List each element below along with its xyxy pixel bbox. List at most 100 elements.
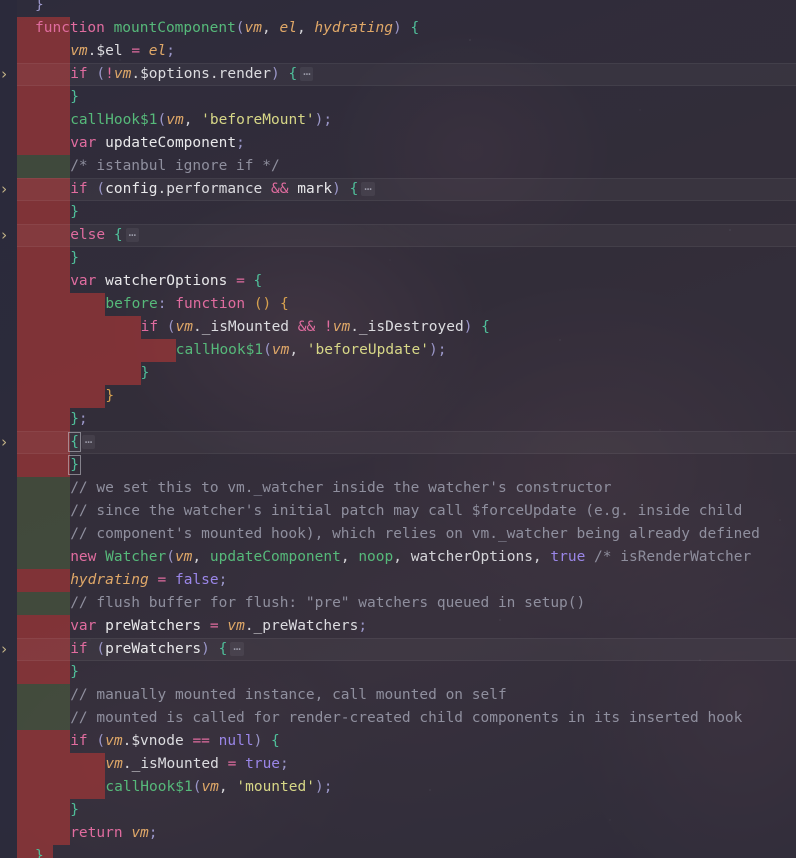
code-token: // manually mounted instance, call mount… — [70, 687, 507, 703]
code-token: // mounted is called for render-created … — [70, 710, 743, 726]
code-token: vm — [271, 342, 290, 358]
code-text-layer[interactable]: } function mountComponent(vm, el, hydrati… — [0, 0, 796, 858]
code-line[interactable]: callHook$1(vm, 'beforeMount'); — [70, 109, 332, 132]
code-token: mountComponent — [113, 20, 236, 36]
code-token: } — [68, 455, 81, 475]
code-line[interactable]: if (vm.$vnode == null) { — [70, 730, 280, 753]
code-token: } — [70, 664, 79, 680]
code-token: callHook$1 — [175, 342, 264, 358]
code-token: . — [350, 319, 359, 335]
code-line[interactable]: // mounted is called for render-created … — [70, 707, 742, 730]
code-token: } — [70, 802, 79, 818]
code-line[interactable]: // we set this to vm._watcher inside the… — [70, 477, 611, 500]
code-token: : — [157, 296, 167, 312]
code-token: false — [174, 572, 219, 588]
code-token: true — [550, 549, 586, 565]
code-line[interactable]: callHook$1(vm, 'mounted'); — [105, 776, 332, 799]
code-token: ) — [314, 779, 324, 795]
code-line[interactable]: } — [35, 845, 44, 858]
code-token: /* istanbul ignore if */ — [70, 158, 280, 174]
code-line[interactable]: before: function () { — [105, 293, 288, 316]
code-line[interactable]: // flush buffer for flush: "pre" watcher… — [70, 592, 585, 615]
code-line[interactable]: if (vm._isMounted && !vm._isDestroyed) { — [141, 316, 490, 339]
code-line[interactable]: } — [70, 799, 79, 822]
folded-code-ellipsis-icon[interactable]: ⋯ — [125, 228, 139, 242]
code-line[interactable]: } — [105, 385, 114, 408]
code-token: ; — [323, 112, 333, 128]
code-token: { — [349, 181, 359, 197]
code-token: { — [218, 641, 228, 657]
code-token: callHook$1 — [105, 779, 193, 795]
code-line[interactable]: /* istanbul ignore if */ — [70, 155, 280, 178]
code-line[interactable]: }; — [70, 408, 87, 431]
code-token: vm — [70, 43, 88, 59]
code-line[interactable]: var preWatchers = vm._preWatchers; — [70, 615, 367, 638]
code-token: , — [393, 549, 411, 565]
folded-code-ellipsis-icon[interactable]: ⋯ — [300, 67, 314, 81]
code-line[interactable]: // component's mounted hook), which reli… — [70, 523, 760, 546]
code-line[interactable]: } — [70, 247, 79, 270]
code-line[interactable]: // since the watcher's initial patch may… — [70, 500, 742, 523]
code-token: } — [105, 388, 115, 404]
code-line[interactable]: vm.$el = el; — [70, 40, 175, 63]
code-token: { — [410, 20, 420, 36]
code-line[interactable]: if (preWatchers) {⋯ — [70, 638, 244, 661]
code-line[interactable]: vm._isMounted = true; — [105, 753, 288, 776]
code-token: . — [244, 618, 254, 634]
code-line[interactable]: callHook$1(vm, 'beforeUpdate'); — [176, 339, 447, 362]
code-token: . — [193, 319, 202, 335]
code-line[interactable]: // manually mounted instance, call mount… — [70, 684, 507, 707]
code-line[interactable]: if (config.performance && mark) {⋯ — [70, 178, 375, 201]
code-line[interactable]: } — [35, 0, 44, 17]
code-token: vm — [105, 756, 123, 772]
code-token: ! — [323, 319, 333, 335]
code-token: vm — [227, 618, 245, 634]
code-token: ; — [148, 825, 158, 841]
code-token: updateComponent — [209, 549, 341, 565]
code-line[interactable]: return vm; — [70, 822, 157, 845]
code-token: ( — [166, 319, 176, 335]
code-token: ( — [157, 112, 167, 128]
code-token: el — [279, 20, 297, 36]
code-token: . — [209, 66, 219, 82]
code-line[interactable]: } — [70, 661, 79, 684]
code-token: $vnode — [131, 733, 184, 749]
folded-code-ellipsis-icon[interactable]: ⋯ — [230, 642, 244, 656]
code-line[interactable]: if (!vm.$options.render) {⋯ — [70, 63, 314, 86]
folded-code-ellipsis-icon[interactable]: ⋯ — [81, 435, 96, 449]
code-line[interactable]: function mountComponent(vm, el, hydratin… — [35, 17, 419, 40]
code-token: , — [340, 549, 359, 565]
code-token: vm — [332, 319, 351, 335]
code-line[interactable]: {⋯ — [68, 431, 96, 454]
code-token: } — [70, 89, 79, 105]
code-token: 'mounted' — [236, 779, 315, 795]
code-line[interactable]: } — [68, 454, 81, 477]
code-line[interactable]: } — [70, 201, 79, 224]
code-line[interactable]: } — [70, 86, 79, 109]
code-token: } — [70, 411, 79, 427]
code-token: } — [140, 365, 150, 381]
folded-code-ellipsis-icon[interactable]: ⋯ — [361, 182, 375, 196]
code-line[interactable]: new Watcher(vm, updateComponent, noop, w… — [70, 546, 760, 569]
code-line[interactable]: hydrating = false; — [70, 569, 227, 592]
code-token: mark — [297, 181, 333, 197]
code-token: ) — [392, 20, 402, 36]
code-line[interactable]: } — [141, 362, 150, 385]
code-line[interactable]: var updateComponent; — [70, 132, 245, 155]
code-line[interactable]: var watcherOptions = { — [70, 270, 262, 293]
code-editor[interactable]: › › › › › } function mountComponent(vm, el, h… — [0, 0, 796, 858]
code-token: , — [262, 20, 280, 36]
code-token: before — [105, 296, 158, 312]
code-token: vm — [174, 549, 193, 565]
code-line[interactable]: else {⋯ — [70, 224, 139, 247]
